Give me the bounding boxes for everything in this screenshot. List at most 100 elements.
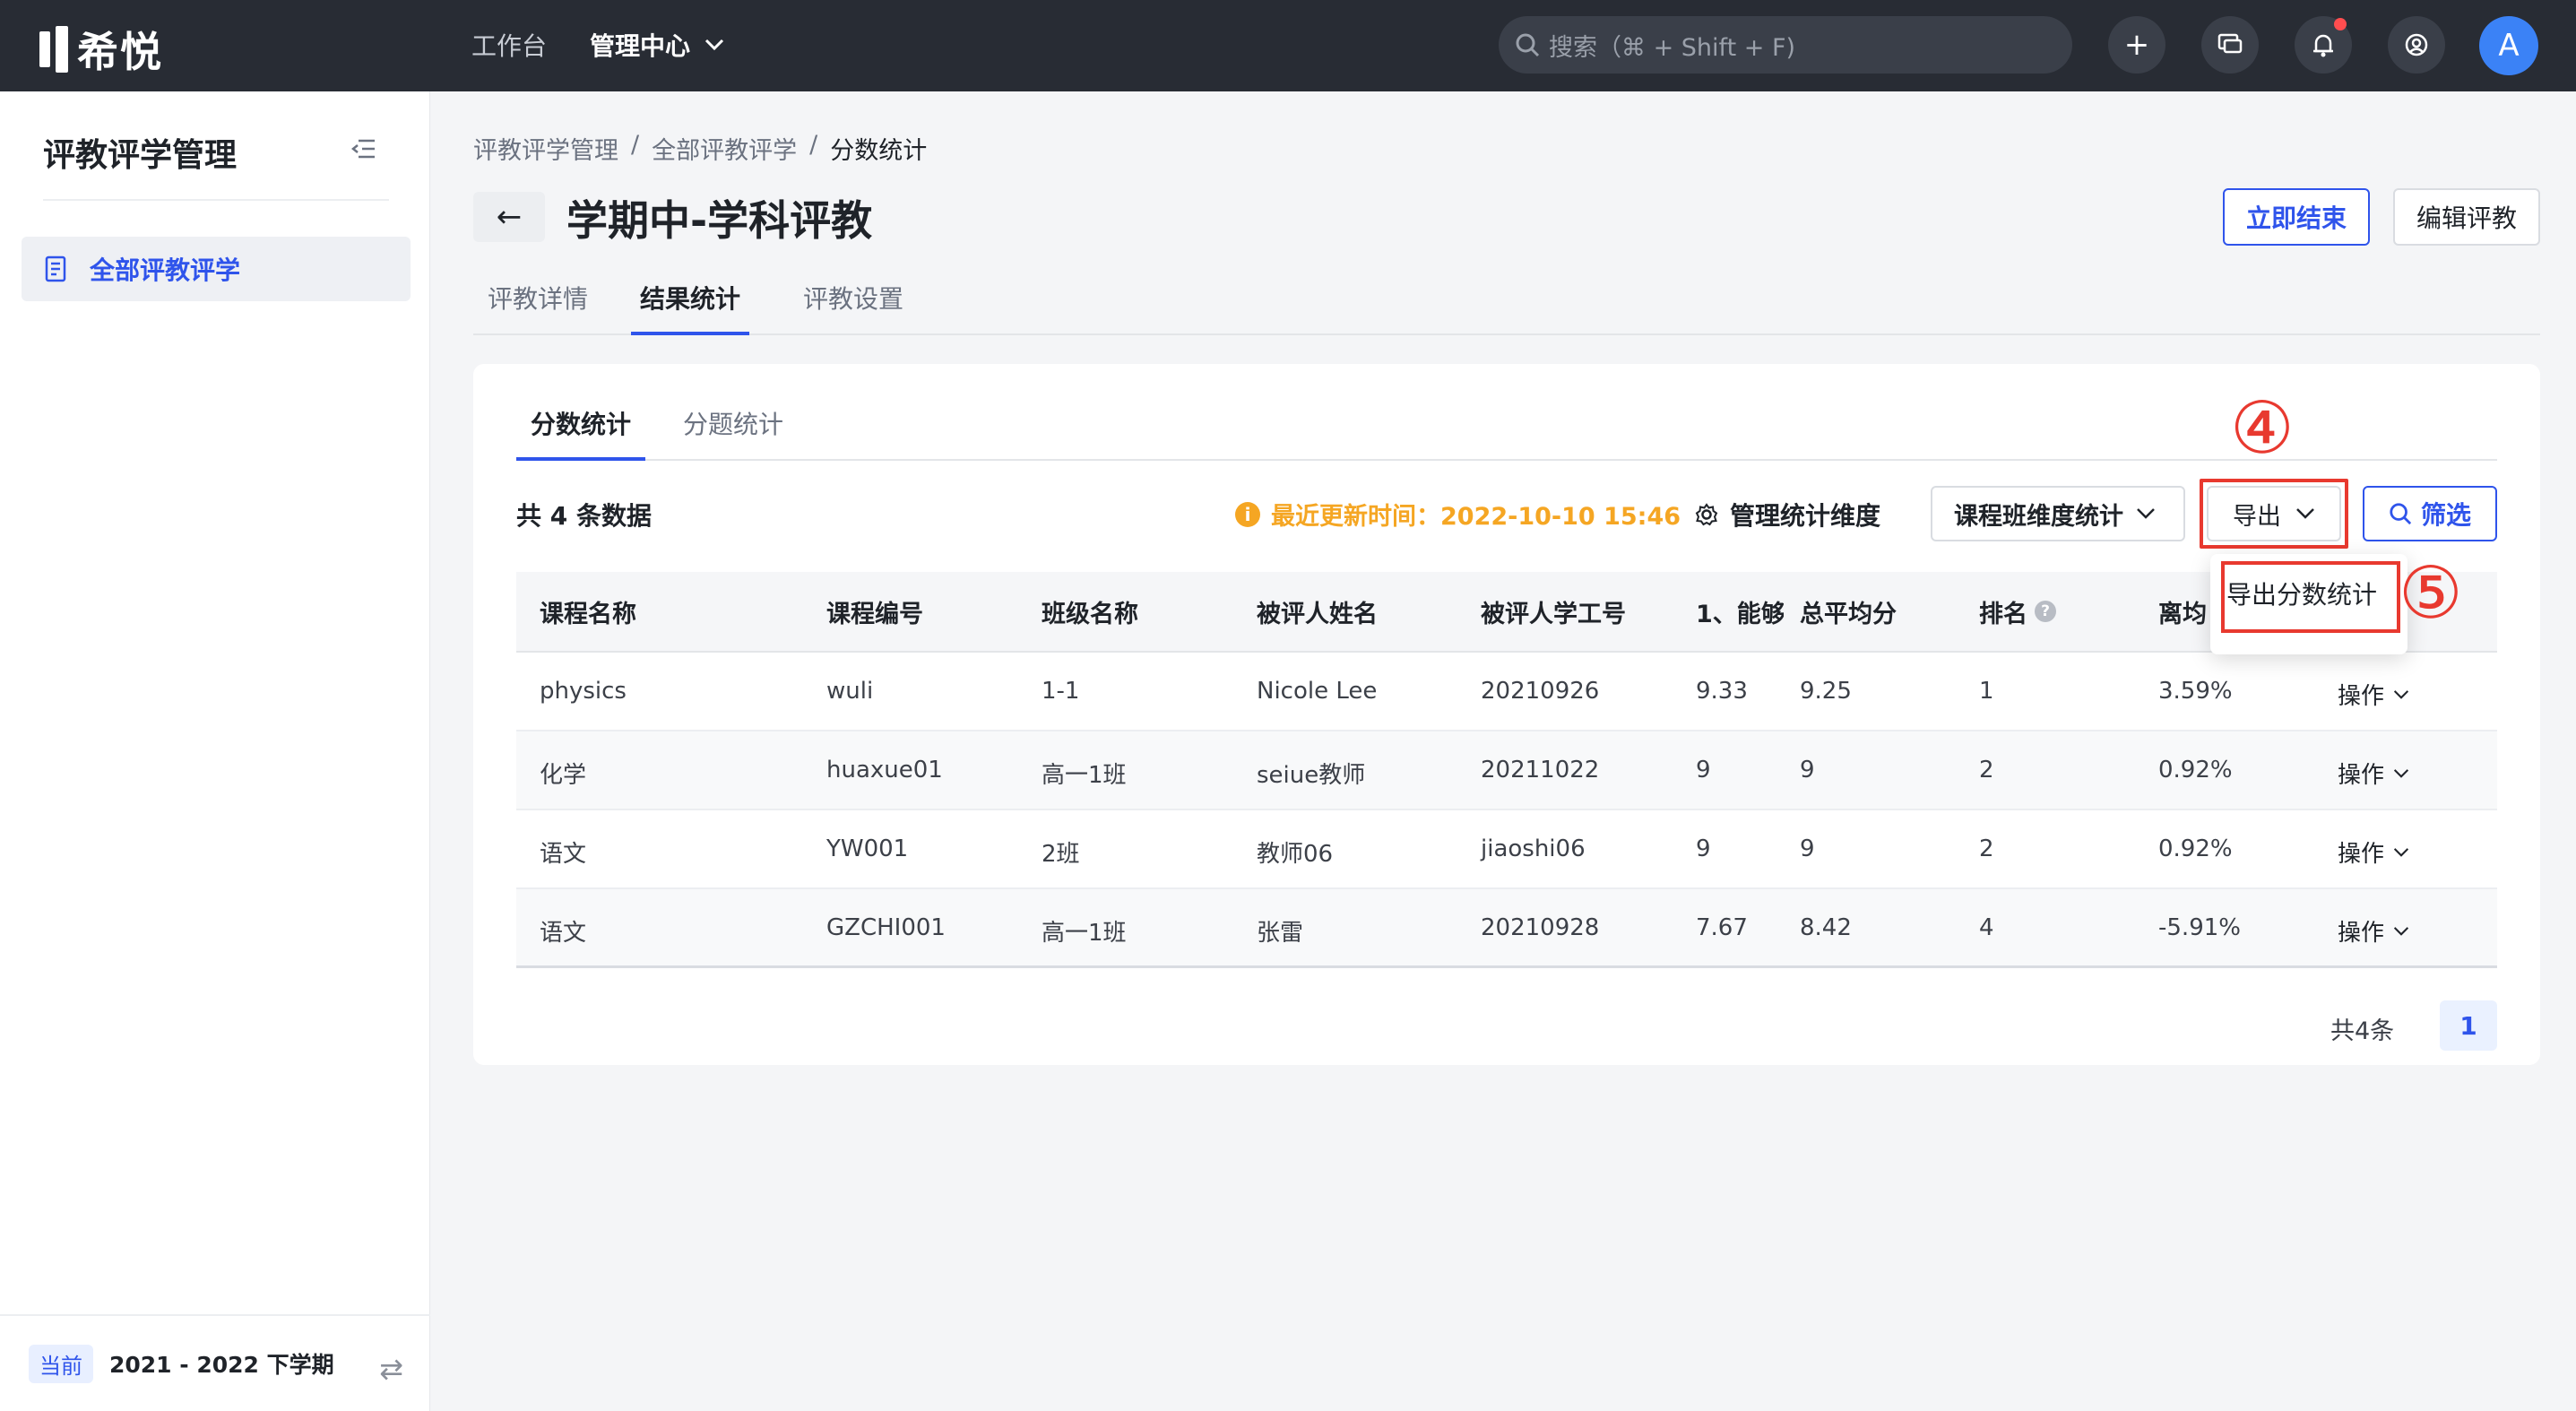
- main-tabs: 评教详情 结果统计 评教设置: [473, 273, 2540, 335]
- statistics-card: 分数统计 分题统计 共 4 条数据 i 最近更新时间：2022-10-10 15…: [473, 364, 2540, 1065]
- edit-evaluation-button[interactable]: 编辑评教: [2393, 188, 2540, 246]
- column-header[interactable]: 1、能够: [1696, 594, 1784, 629]
- cell-rank: 2: [1979, 835, 1994, 862]
- cell-evaluatee-name: 教师06: [1257, 841, 1334, 868]
- chevron-down-icon: [2137, 508, 2155, 519]
- plus-icon: +: [2123, 27, 2150, 63]
- row-actions-dropdown[interactable]: 操作: [2338, 914, 2409, 948]
- annotation-marker-5: ⑤: [2399, 551, 2463, 635]
- search-icon: [2390, 503, 2412, 525]
- subtab-question-statistics[interactable]: 分题统计: [683, 405, 783, 461]
- column-header[interactable]: 被评人姓名: [1257, 594, 1378, 629]
- table-row: physics wuli 1-1 Nicole Lee 20210926 9.3…: [516, 653, 2497, 731]
- cell-evaluatee-name: seiue教师: [1257, 762, 1366, 789]
- breadcrumb-item[interactable]: 全部评教评学: [652, 131, 797, 166]
- cell-class-name: 2班: [1042, 841, 1080, 868]
- column-header[interactable]: 离均: [2158, 594, 2209, 629]
- nav-workbench[interactable]: 工作台: [471, 27, 547, 63]
- term-switcher[interactable]: 当前 2021 - 2022 下学期 ⇄: [0, 1314, 430, 1411]
- cell-question-score: 9: [1696, 835, 1711, 862]
- sidebar: 评教评学管理 全部评教评学 当前 2021 - 2022 下学期 ⇄: [0, 91, 430, 1411]
- row-actions-label: 操作: [2338, 841, 2385, 868]
- last-updated: i 最近更新时间：2022-10-10 15:46: [1235, 497, 1681, 532]
- row-actions-dropdown[interactable]: 操作: [2338, 757, 2409, 790]
- cell-average: 8.42: [1800, 914, 1852, 941]
- cell-average: 9.25: [1800, 678, 1852, 705]
- top-bar: 希悦 工作台 管理中心 搜索（⌘ + Shift + F) + A: [0, 0, 2576, 91]
- table-row: 语文 GZCHI001 高一1班 张雷 20210928 7.67 8.42 4…: [516, 889, 2497, 968]
- arrow-left-icon: ←: [496, 199, 523, 235]
- row-actions-dropdown[interactable]: 操作: [2338, 835, 2409, 869]
- column-header[interactable]: 课程名称: [540, 594, 636, 629]
- cell-evaluatee-name: 张雷: [1257, 920, 1304, 947]
- tab-evaluation-details[interactable]: 评教详情: [488, 280, 588, 335]
- nav-management-center-label: 管理中心: [590, 31, 691, 61]
- column-header[interactable]: 班级名称: [1042, 594, 1138, 629]
- current-term-badge: 当前: [29, 1344, 93, 1383]
- cell-course-code: huaxue01: [826, 757, 943, 783]
- logo-mark-icon: [39, 26, 68, 73]
- cell-average: 9: [1800, 757, 1815, 783]
- breadcrumb-item[interactable]: 评教评学管理: [473, 131, 618, 166]
- notifications-button[interactable]: [2295, 16, 2352, 74]
- cell-evaluatee-id: 20210928: [1481, 914, 1600, 941]
- gear-icon: [1695, 503, 1718, 526]
- row-actions-dropdown[interactable]: 操作: [2338, 678, 2409, 711]
- swap-icon[interactable]: ⇄: [379, 1352, 403, 1386]
- column-header[interactable]: 总平均分: [1800, 594, 1897, 629]
- messages-button[interactable]: [2201, 16, 2259, 74]
- cell-deviation: -5.91%: [2158, 914, 2241, 941]
- subtab-score-statistics[interactable]: 分数统计: [516, 405, 646, 461]
- cell-evaluatee-name: Nicole Lee: [1257, 678, 1378, 705]
- avatar[interactable]: A: [2479, 16, 2538, 75]
- cell-question-score: 9: [1696, 757, 1711, 783]
- cell-evaluatee-id: jiaoshi06: [1481, 835, 1586, 862]
- chat-icon: [2217, 33, 2243, 54]
- breadcrumb-separator: /: [631, 131, 640, 159]
- add-button[interactable]: +: [2108, 16, 2165, 74]
- sidebar-item-all-evaluations[interactable]: 全部评教评学: [22, 237, 411, 301]
- manage-dimensions-button[interactable]: 管理统计维度: [1694, 497, 1880, 532]
- cell-rank: 1: [1979, 678, 1994, 705]
- table-row: 化学 huaxue01 高一1班 seiue教师 20211022 9 9 2 …: [516, 731, 2497, 810]
- column-header-rank[interactable]: 排名 ?: [1979, 594, 2056, 629]
- pagination-page-1[interactable]: 1: [2440, 1000, 2497, 1051]
- cell-evaluatee-id: 20211022: [1481, 757, 1600, 783]
- cell-class-name: 1-1: [1042, 678, 1080, 705]
- column-header[interactable]: 被评人学工号: [1481, 594, 1626, 629]
- cell-course-code: wuli: [826, 678, 874, 705]
- app-logo[interactable]: 希悦: [39, 20, 163, 79]
- search-icon: [1516, 33, 1540, 57]
- filter-button[interactable]: 筛选: [2363, 486, 2497, 541]
- collapse-sidebar-icon[interactable]: [351, 138, 376, 160]
- tab-result-statistics[interactable]: 结果统计: [631, 280, 750, 335]
- help-button[interactable]: [2388, 16, 2445, 74]
- info-icon: i: [1235, 501, 1260, 527]
- column-header[interactable]: 课程编号: [826, 594, 923, 629]
- search-input[interactable]: 搜索（⌘ + Shift + F): [1499, 16, 2072, 74]
- cell-rank: 4: [1979, 914, 1994, 941]
- support-icon: [2405, 33, 2428, 56]
- cell-question-score: 7.67: [1696, 914, 1748, 941]
- cell-average: 9: [1800, 835, 1815, 862]
- cell-deviation: 0.92%: [2158, 757, 2233, 783]
- dimension-select[interactable]: 课程班维度统计: [1931, 486, 2185, 541]
- sidebar-title: 评教评学管理: [43, 137, 238, 174]
- help-icon: ?: [2035, 601, 2056, 622]
- cell-class-name: 高一1班: [1042, 920, 1127, 947]
- nav-management-center[interactable]: 管理中心: [590, 27, 724, 63]
- back-button[interactable]: ←: [473, 192, 545, 242]
- chevron-down-icon: [2393, 926, 2409, 936]
- score-table: 课程名称 课程编号 班级名称 被评人姓名 被评人学工号 1、能够 总平均分 排名…: [516, 572, 2497, 968]
- tab-evaluation-settings[interactable]: 评教设置: [803, 280, 903, 335]
- page-title: 学期中-学科评教: [566, 196, 873, 245]
- document-list-icon: [45, 255, 66, 282]
- manage-dimensions-label: 管理统计维度: [1730, 501, 1881, 531]
- notification-dot: [2334, 18, 2347, 30]
- annotation-box-export: [2200, 479, 2348, 549]
- current-term: 2021 - 2022 下学期: [109, 1352, 334, 1378]
- cell-course-name: 语文: [540, 841, 587, 868]
- end-now-button[interactable]: 立即结束: [2223, 188, 2370, 246]
- cell-course-name: 语文: [540, 920, 587, 947]
- pagination-total: 共4条: [2330, 1017, 2395, 1045]
